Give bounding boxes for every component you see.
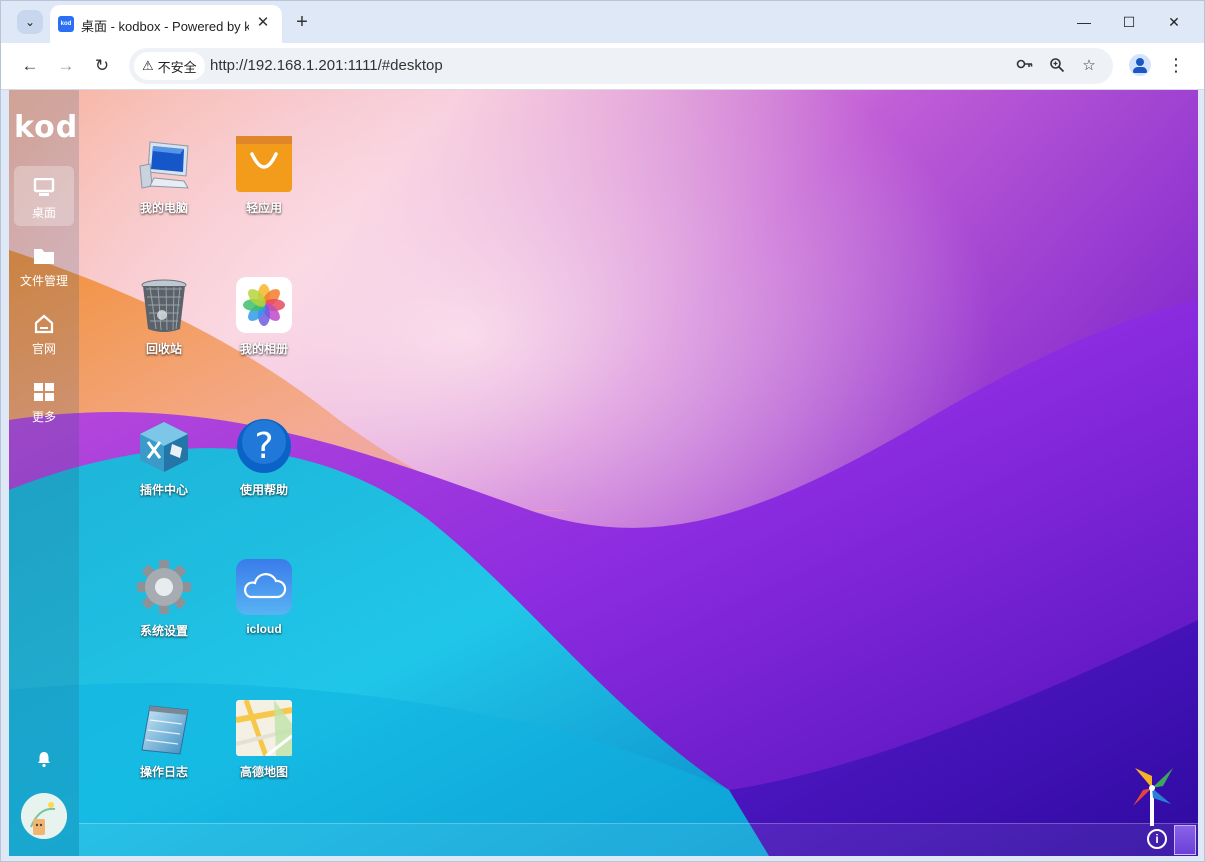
home-icon [34,314,54,334]
cloud-icon [236,559,292,615]
kod-logo: kod [14,110,79,145]
browser-window: ⌄ kod 桌面 - kodbox - Powered by kodbox ✕ … [0,0,1205,862]
sidebar-item-website[interactable]: 官网 [14,302,74,362]
desktop-item-photos[interactable]: 我的相册 [219,277,309,387]
desktop-item-label: 系统设置 [139,624,188,638]
reload-icon: ↻ [94,56,110,75]
close-icon: ✕ [256,14,270,31]
svg-text:?: ? [254,426,273,467]
notepad-icon [141,705,189,755]
computer-icon [139,141,189,189]
minimize-icon: — [1077,14,1091,30]
new-tab-button[interactable]: + [291,11,313,33]
address-bar[interactable]: ⚠ 不安全 http://192.168.1.201:1111/#desktop… [129,48,1113,84]
sidebar-item-label: 更多 [31,410,56,424]
desktop-item-recycle-bin[interactable]: 回收站 [119,277,209,387]
desktop-item-plugin-center[interactable]: 插件中心 [119,418,209,528]
arrow-right-icon: → [57,56,75,75]
desktop-item-label: 使用帮助 [239,483,288,497]
close-icon: ✕ [1168,14,1180,30]
security-chip[interactable]: ⚠ 不安全 [134,52,205,80]
kebab-menu-icon[interactable]: ⋮ [1165,54,1187,76]
monitor-icon [33,178,55,196]
favicon-icon: kod [58,16,74,32]
tab-title: 桌面 - kodbox - Powered by kodbox [81,19,249,34]
key-icon[interactable] [1015,57,1035,75]
zoom-icon[interactable] [1047,57,1067,75]
security-label: 不安全 [157,59,197,75]
folder-icon [34,249,54,264]
browser-toolbar: ← → ↻ ⚠ 不安全 http://192.168.1.201:1111/#d… [1,43,1204,90]
desktop-item-label: 我的电脑 [139,201,188,215]
avatar-image-icon [21,793,67,839]
desktop-item-light-apps[interactable]: 轻应用 [219,136,309,246]
bell-icon[interactable] [36,750,52,768]
star-icon[interactable]: ☆ [1079,57,1099,75]
close-window-button[interactable]: ✕ [1163,11,1185,33]
plugin-icon [140,422,188,472]
desktop-item-help[interactable]: ? 使用帮助 [219,418,309,528]
maximize-icon: ☐ [1122,14,1136,30]
back-button[interactable]: ← [19,55,41,77]
sidebar-item-label: 官网 [31,342,56,356]
close-tab-button[interactable]: ✕ [254,14,272,32]
tab-search-button[interactable]: ⌄ [17,10,43,34]
avatar[interactable] [21,793,67,839]
desktop-item-amap[interactable]: 高德地图 [219,700,309,810]
show-desktop-button[interactable] [1174,825,1196,855]
profile-icon[interactable] [1129,54,1151,76]
sidebar-item-files[interactable]: 文件管理 [14,234,74,294]
desktop-item-label: 轻应用 [245,201,282,215]
desktop-item-label: icloud [246,622,282,636]
taskbar [79,823,1198,856]
desktop-item-my-computer[interactable]: 我的电脑 [119,136,209,246]
pinwheel-icon[interactable] [1131,764,1175,826]
shopping-bag-icon [236,136,292,192]
plus-icon: + [296,11,308,33]
url-text[interactable]: http://192.168.1.201:1111/#desktop [210,57,443,74]
desktop-item-label: 高德地图 [239,765,288,779]
desktop-item-label: 我的相册 [239,342,288,356]
tab-strip: ⌄ kod 桌面 - kodbox - Powered by kodbox ✕ … [1,1,1204,43]
kodbox-desktop: kod 桌面 文件管理 官网 更多 我的电脑 轻应用 回收站 我的相册 插件中心… [9,90,1198,856]
sidebar-item-desktop[interactable]: 桌面 [14,166,74,226]
browser-tab[interactable]: kod 桌面 - kodbox - Powered by kodbox ✕ [50,5,282,43]
minimize-button[interactable]: — [1073,11,1095,33]
settings-gear-icon [137,560,191,614]
arrow-left-icon: ← [21,56,39,75]
desktop-item-label: 插件中心 [139,483,188,497]
map-icon [236,700,292,756]
sidebar-item-label: 桌面 [31,206,56,220]
forward-button[interactable]: → [55,55,77,77]
chevron-down-icon: ⌄ [24,15,36,29]
warning-icon: ⚠ [142,58,154,73]
sidebar-item-label: 文件管理 [19,274,68,288]
grid-icon [34,383,54,401]
sidebar: kod 桌面 文件管理 官网 更多 [9,90,79,856]
desktop-item-label: 操作日志 [139,765,188,779]
desktop-item-label: 回收站 [145,342,182,356]
info-icon[interactable]: i [1147,829,1167,849]
maximize-button[interactable]: ☐ [1118,11,1140,33]
desktop-item-system-settings[interactable]: 系统设置 [119,559,209,669]
desktop-item-icloud[interactable]: icloud [219,559,309,669]
recycle-bin-icon [141,279,187,332]
sidebar-item-more[interactable]: 更多 [14,370,74,430]
desktop-item-operation-log[interactable]: 操作日志 [119,700,209,810]
photos-icon [236,277,292,333]
reload-button[interactable]: ↻ [91,55,113,77]
help-icon: ? [237,419,291,473]
